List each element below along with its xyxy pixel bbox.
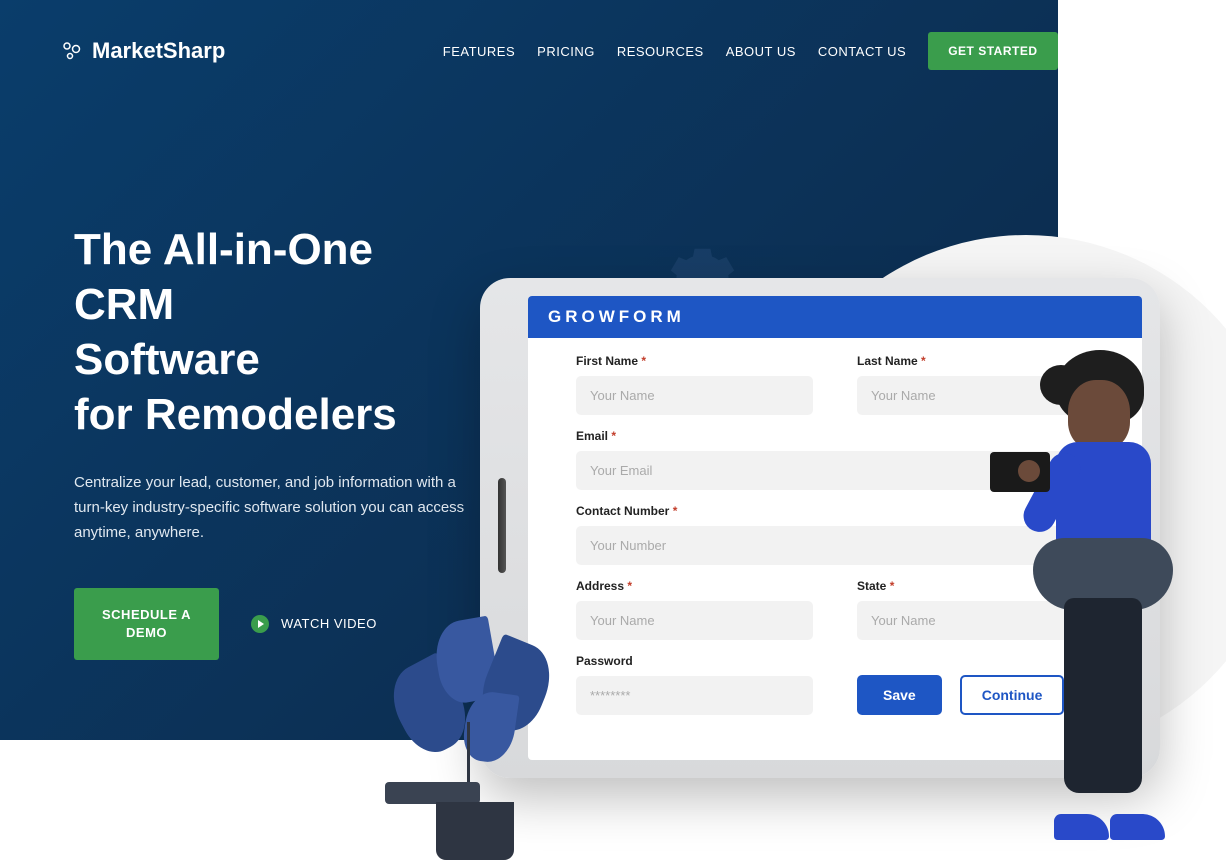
watch-video-label: WATCH VIDEO bbox=[281, 616, 377, 631]
first-name-input[interactable] bbox=[576, 376, 813, 415]
hero-description: Centralize your lead, customer, and job … bbox=[74, 470, 480, 546]
site-header: MarketSharp FEATURES PRICING RESOURCES A… bbox=[0, 0, 1226, 102]
brand-logo[interactable]: MarketSharp bbox=[60, 38, 225, 64]
contact-label: Contact Number * bbox=[576, 504, 1094, 518]
password-label: Password bbox=[576, 654, 813, 668]
nav-features[interactable]: FEATURES bbox=[443, 44, 515, 59]
schedule-demo-button[interactable]: SCHEDULE A DEMO bbox=[74, 588, 219, 660]
address-label: Address * bbox=[576, 579, 813, 593]
watch-video-link[interactable]: WATCH VIDEO bbox=[251, 615, 377, 633]
contact-input[interactable] bbox=[576, 526, 1094, 565]
password-input[interactable] bbox=[576, 676, 813, 715]
first-name-label: First Name * bbox=[576, 354, 813, 368]
main-nav: FEATURES PRICING RESOURCES ABOUT US CONT… bbox=[443, 32, 1166, 70]
form-title: GROWFORM bbox=[528, 296, 1142, 338]
nav-pricing[interactable]: PRICING bbox=[537, 44, 595, 59]
nav-about[interactable]: ABOUT US bbox=[726, 44, 796, 59]
hero-title: The All-in-One CRM Software for Remodele… bbox=[74, 222, 480, 442]
tablet-home-button bbox=[498, 478, 506, 573]
plant-illustration bbox=[385, 572, 565, 860]
login-button[interactable]: LOGIN bbox=[1080, 32, 1167, 70]
nav-resources[interactable]: RESOURCES bbox=[617, 44, 704, 59]
nav-contact[interactable]: CONTACT US bbox=[818, 44, 906, 59]
person-illustration bbox=[1018, 340, 1208, 850]
brand-name: MarketSharp bbox=[92, 38, 225, 64]
email-label: Email * bbox=[576, 429, 1094, 443]
get-started-button[interactable]: GET STARTED bbox=[928, 32, 1057, 70]
gear-icon bbox=[60, 39, 84, 63]
play-icon bbox=[251, 615, 269, 633]
save-button[interactable]: Save bbox=[857, 675, 942, 715]
address-input[interactable] bbox=[576, 601, 813, 640]
